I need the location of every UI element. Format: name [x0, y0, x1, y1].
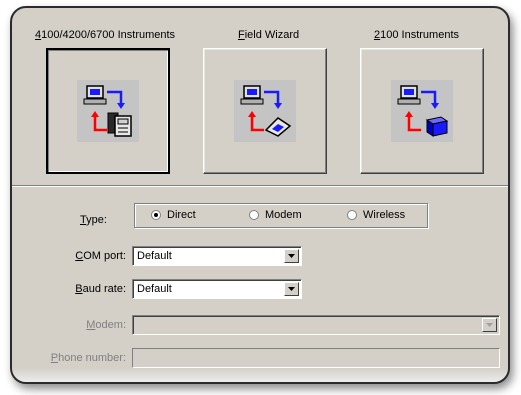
modem-dropdown-button[interactable] — [482, 318, 497, 332]
chevron-down-icon — [486, 323, 493, 327]
com-port-dropdown-button[interactable] — [284, 249, 299, 263]
chevron-down-icon — [288, 287, 295, 291]
modem-label: Modem: — [86, 319, 126, 331]
com-port-select[interactable]: Default — [132, 246, 302, 266]
modem-select[interactable] — [132, 315, 500, 335]
baud-rate-label: Baud rate: — [75, 283, 126, 295]
instrument-4100-button[interactable] — [46, 48, 170, 174]
radio-unchecked-icon — [347, 210, 357, 220]
type-label: Type: — [80, 214, 107, 226]
tab-label-2100-instruments: 2100 Instruments — [374, 29, 459, 41]
instrument-2100-button[interactable] — [360, 48, 484, 174]
baud-rate-dropdown-button[interactable] — [284, 282, 299, 296]
baud-rate-select[interactable]: Default — [132, 279, 302, 299]
chevron-down-icon — [288, 254, 295, 258]
phone-number-input[interactable] — [132, 348, 500, 368]
pc-link-meter-icon — [77, 80, 139, 142]
com-port-value: Default — [137, 250, 172, 262]
type-wireless-label: Wireless — [363, 209, 406, 221]
phone-number-label: Phone number: — [50, 352, 126, 364]
pc-link-probe-icon — [234, 80, 296, 142]
tab-label-field-wizard: Field Wizard — [238, 29, 300, 41]
field-wizard-button[interactable] — [203, 48, 327, 174]
baud-rate-value: Default — [137, 283, 172, 295]
type-wireless-radio[interactable]: Wireless — [347, 209, 405, 221]
type-modem-label: Modem — [265, 209, 302, 221]
radio-checked-icon — [151, 210, 161, 220]
pc-link-module-icon — [391, 80, 453, 142]
connection-dialog: 4100/4200/6700 Instruments Field Wizard … — [10, 6, 510, 384]
type-direct-radio[interactable]: Direct — [151, 209, 196, 221]
com-port-label: COM port: — [75, 250, 126, 262]
type-modem-radio[interactable]: Modem — [249, 209, 302, 221]
type-radio-group: Direct Modem Wireless — [134, 203, 428, 228]
radio-unchecked-icon — [249, 210, 259, 220]
tab-label-4100-instruments: 4100/4200/6700 Instruments — [35, 29, 176, 41]
type-direct-label: Direct — [167, 209, 196, 221]
